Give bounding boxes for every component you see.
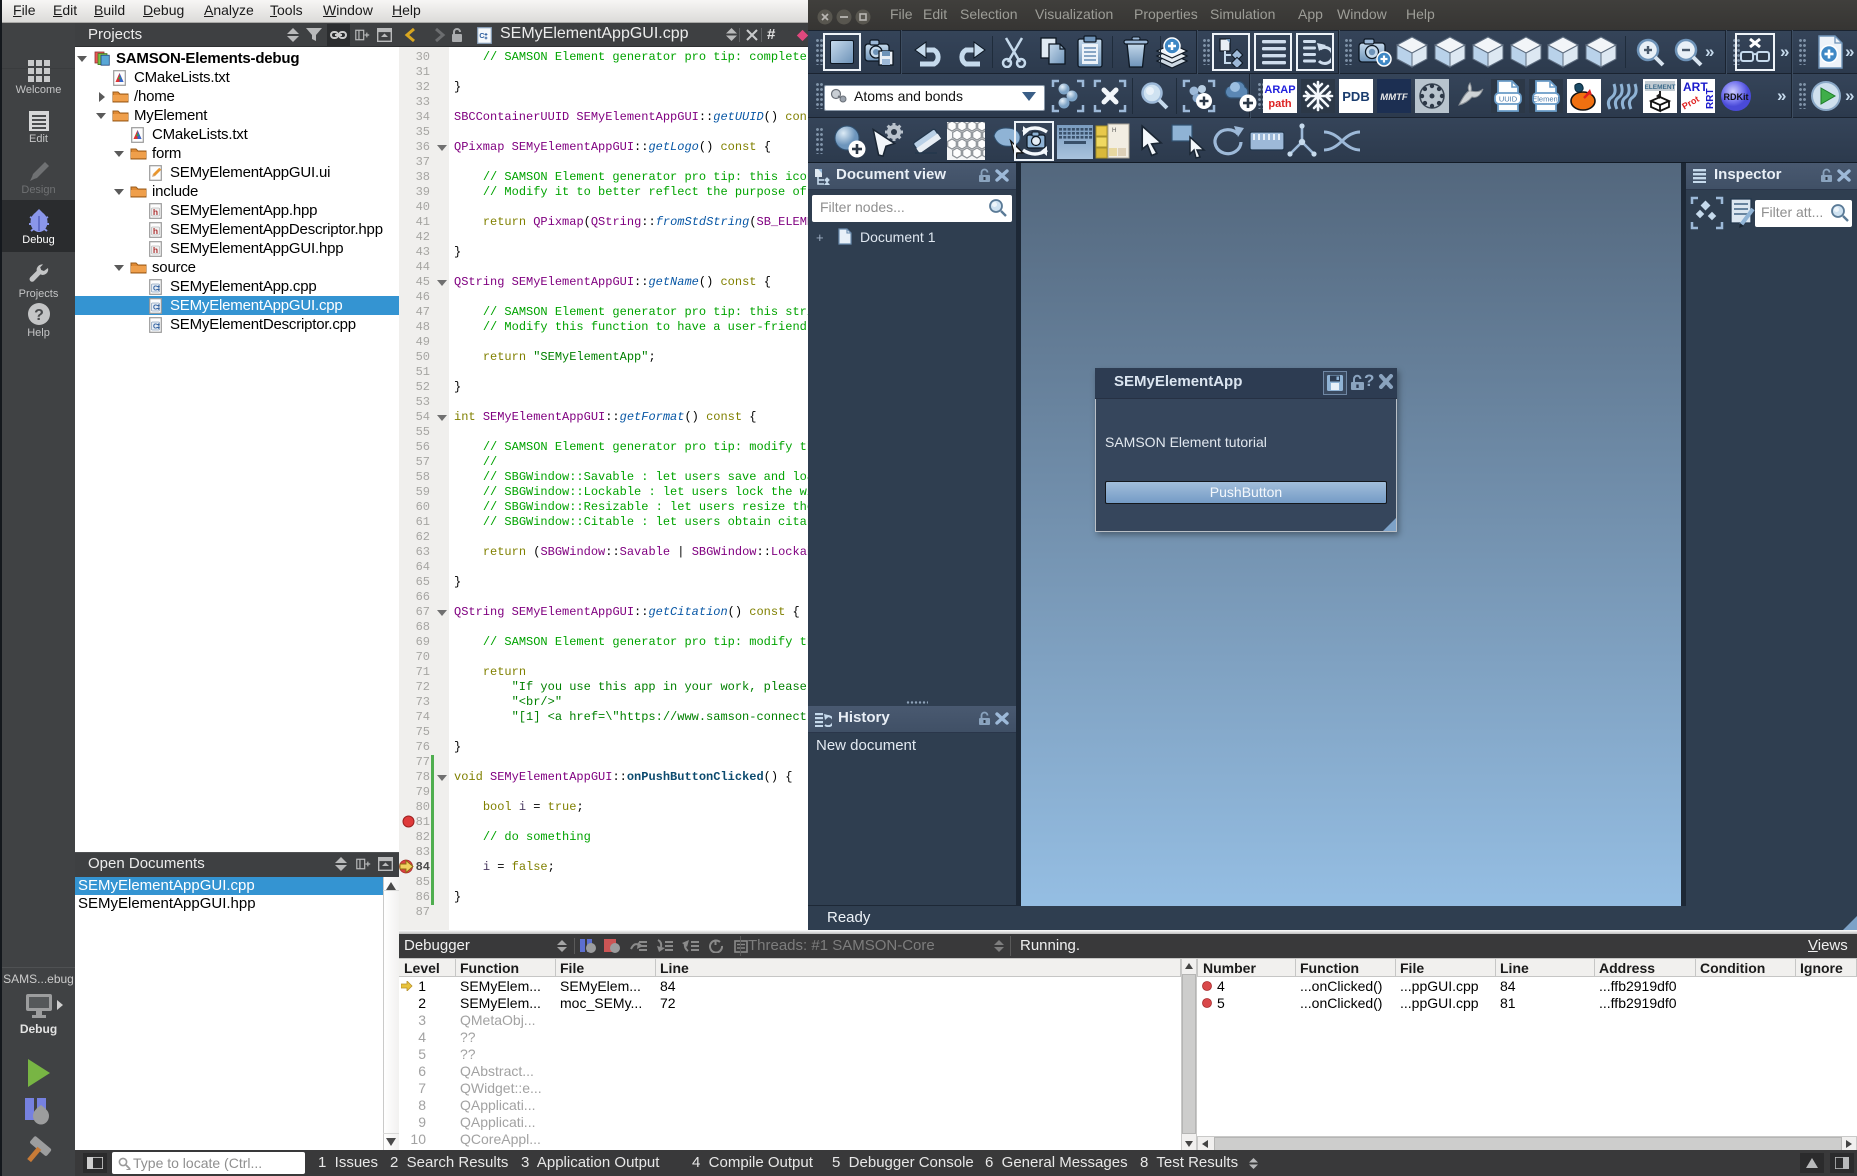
svg-text:UUID: UUID	[1499, 95, 1518, 104]
svg-text:h: h	[153, 245, 158, 255]
svg-text:h: h	[153, 226, 158, 236]
svg-text:MMTF: MMTF	[1380, 92, 1408, 103]
svg-text:Element: Element	[1532, 95, 1560, 104]
svg-text:ARAP: ARAP	[1264, 84, 1295, 96]
svg-text:PDB: PDB	[1342, 89, 1369, 104]
svg-text:ELEMENT: ELEMENT	[1644, 84, 1675, 91]
svg-text:?: ?	[34, 307, 44, 324]
svg-text:C: C	[479, 31, 485, 40]
svg-text:RRT: RRT	[1705, 88, 1715, 109]
svg-text:H: H	[1112, 128, 1116, 134]
svg-text:RDKit: RDKit	[1724, 92, 1749, 102]
svg-text:h: h	[153, 207, 158, 217]
svg-text:path: path	[1268, 98, 1292, 110]
